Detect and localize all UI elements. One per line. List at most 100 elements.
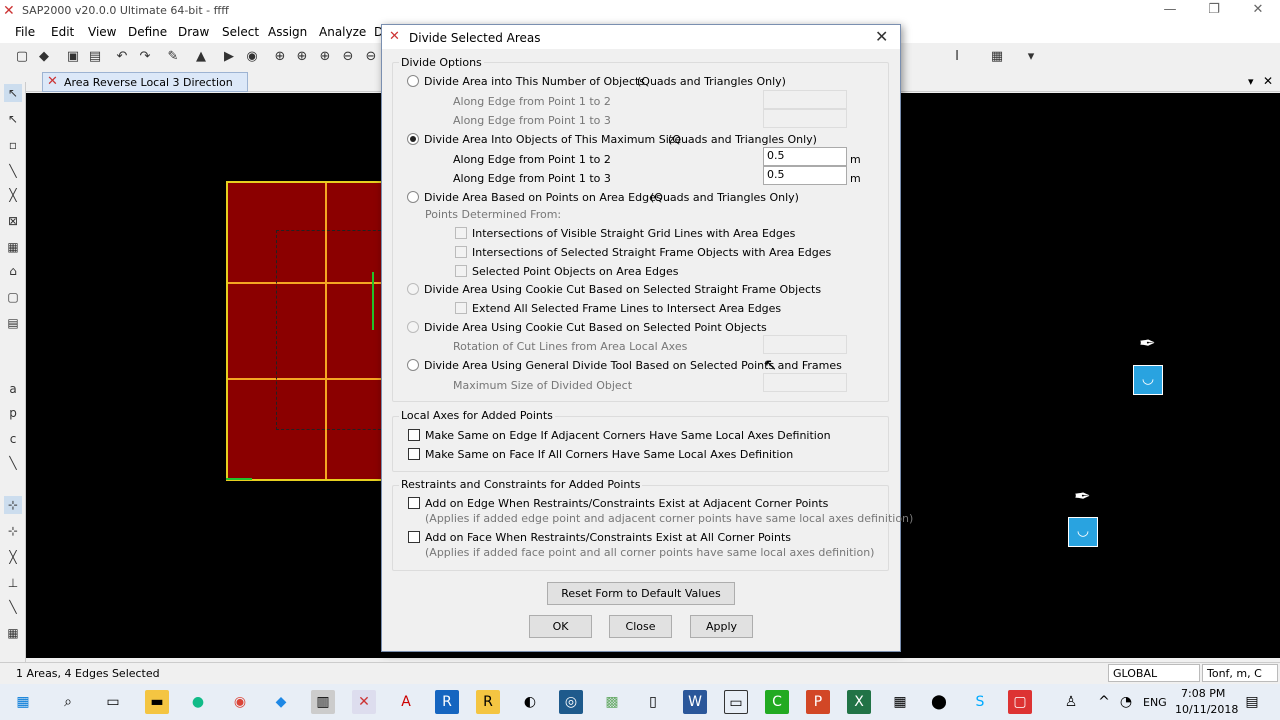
person-icon[interactable]: ♙ [1059, 690, 1083, 714]
zoom-icon[interactable]: ⊕ [293, 48, 311, 66]
restraint-marker-icon[interactable]: ◡ [1133, 365, 1163, 395]
menu-view[interactable]: View [88, 25, 116, 39]
checkbox-selected-points[interactable] [455, 265, 467, 277]
checkbox-add-on-edge[interactable] [408, 497, 420, 509]
units-select[interactable]: Tonf, m, C [1202, 664, 1278, 682]
powerpoint-icon[interactable]: P [806, 690, 830, 714]
skype-icon[interactable]: S [968, 690, 992, 714]
max-size-1-2-input[interactable]: 0.5 [763, 147, 847, 166]
checkbox-add-on-face[interactable] [408, 531, 420, 543]
draw-brace-icon[interactable]: ╳ [4, 186, 22, 204]
clear-selection-icon[interactable]: c [4, 430, 22, 448]
menu-assign[interactable]: Assign [268, 25, 307, 39]
minimize-button[interactable]: — [1148, 0, 1192, 22]
text-cursor-icon[interactable]: I [948, 48, 966, 66]
select-all-icon[interactable]: a [4, 380, 22, 398]
zoom-window-icon[interactable]: ⊕ [271, 48, 289, 66]
draw-grid-area-icon[interactable]: ▦ [4, 238, 22, 256]
pencil-icon[interactable]: ✎ [164, 48, 182, 66]
snap-grid-icon[interactable]: ▦ [4, 624, 22, 642]
checkbox-grid-intersections[interactable] [455, 227, 467, 239]
new-file-icon[interactable]: ▢ [13, 48, 31, 66]
pointer-icon[interactable]: ↖ [4, 84, 22, 102]
file-explorer-icon[interactable]: ▬ [145, 690, 169, 714]
app-icon[interactable]: ◎ [559, 690, 583, 714]
snap-ends-icon[interactable]: ⊹ [4, 522, 22, 540]
zoom-out-icon[interactable]: ⊖ [339, 48, 357, 66]
task-view-icon[interactable]: ▭ [101, 690, 125, 714]
app-icon[interactable]: ◆ [269, 690, 293, 714]
checkbox-same-on-edge[interactable] [408, 429, 420, 441]
close-button[interactable]: Close [609, 615, 672, 638]
redo-icon[interactable]: ↷ [136, 48, 154, 66]
ok-button[interactable]: OK [529, 615, 592, 638]
chrome-icon[interactable]: ◉ [228, 690, 252, 714]
zoom-in-icon[interactable]: ⊕ [316, 48, 334, 66]
app-icon[interactable]: C [765, 690, 789, 714]
run-icon[interactable]: ▶ [220, 48, 238, 66]
pen-tool-icon[interactable]: ✒ [1139, 331, 1156, 355]
language-indicator[interactable]: ENG [1143, 696, 1167, 709]
menu-draw[interactable]: Draw [178, 25, 209, 39]
number-along-1-3-input[interactable] [763, 109, 847, 128]
draw-rect-icon[interactable]: ▢ [4, 288, 22, 306]
browser-icon[interactable]: ● [186, 690, 210, 714]
draw-poly-icon[interactable]: ⌂ [4, 262, 22, 280]
menu-edit[interactable]: Edit [51, 25, 74, 39]
snap-icon[interactable]: ╲ [4, 454, 22, 472]
usb-icon[interactable]: ▯ [641, 690, 665, 714]
menu-file[interactable]: File [15, 25, 35, 39]
max-size-1-3-input[interactable]: 0.5 [763, 166, 847, 185]
draw-point-icon[interactable]: ▫ [4, 136, 22, 154]
app-icon[interactable]: ▢ [1008, 690, 1032, 714]
rotation-input[interactable] [763, 335, 847, 354]
snap-intersect-icon[interactable]: ╳ [4, 548, 22, 566]
close-window-button[interactable]: ✕ [1236, 0, 1280, 22]
revit-icon[interactable]: R [435, 690, 459, 714]
sap2000-taskbar-icon[interactable]: ✕ [352, 690, 376, 714]
toolbar-dropdown-icon[interactable]: ▾ [1022, 48, 1040, 66]
app-icon[interactable]: R [476, 690, 500, 714]
excel-icon[interactable]: X [847, 690, 871, 714]
word-icon[interactable]: W [683, 690, 707, 714]
radio-points-on-edges[interactable] [407, 191, 419, 203]
windows-start-icon[interactable]: ▦ [11, 690, 35, 714]
draw-frame-icon[interactable]: ╲ [4, 162, 22, 180]
snap-lines-icon[interactable]: ╲ [4, 598, 22, 616]
location-icon[interactable]: ⬤ [927, 690, 951, 714]
apply-button[interactable]: Apply [690, 615, 753, 638]
open-file-icon[interactable]: ◆ [35, 48, 53, 66]
radio-maximum-size[interactable] [407, 133, 419, 145]
checkbox-same-on-face[interactable] [408, 448, 420, 460]
number-along-1-2-input[interactable] [763, 90, 847, 109]
run-options-icon[interactable]: ◉ [243, 48, 261, 66]
radio-cookie-cut-frames[interactable] [407, 283, 419, 295]
pen-tool-icon[interactable]: ✒ [1074, 484, 1091, 508]
max-divided-size-input[interactable] [763, 373, 847, 392]
radio-number-of-objects[interactable] [407, 75, 419, 87]
chevron-down-icon[interactable]: ▾ [1248, 75, 1254, 88]
window-icon[interactable]: ▭ [724, 690, 748, 714]
close-view-icon[interactable]: ✕ [1263, 74, 1273, 88]
menu-select[interactable]: Select [222, 25, 259, 39]
app-icon[interactable]: ▥ [311, 690, 335, 714]
draw-quad-icon[interactable]: ▤ [4, 314, 22, 332]
snap-points-icon[interactable]: ⊹ [4, 496, 22, 514]
app-icon[interactable]: ▩ [600, 690, 624, 714]
notification-icon[interactable]: ▤ [1240, 690, 1264, 714]
chevron-up-icon[interactable]: ^ [1092, 690, 1116, 714]
lock-icon[interactable]: ▲ [192, 48, 210, 66]
zoom-extent-icon[interactable]: ⊖ [362, 48, 380, 66]
checkbox-extend-frame-lines[interactable] [455, 302, 467, 314]
maximize-button[interactable]: ❐ [1192, 0, 1236, 22]
dialog-close-icon[interactable]: ✕ [875, 27, 888, 46]
reshaper-icon[interactable]: ↖ [4, 110, 22, 128]
save-icon[interactable]: ▣ [64, 48, 82, 66]
draw-area-icon[interactable]: ⊠ [4, 212, 22, 230]
snap-perp-icon[interactable]: ⊥ [4, 574, 22, 592]
coord-system-select[interactable]: GLOBAL [1108, 664, 1200, 682]
autocad-icon[interactable]: A [394, 690, 418, 714]
display-box-icon[interactable]: ▦ [988, 48, 1006, 66]
calendar-icon[interactable]: ▦ [888, 690, 912, 714]
menu-analyze[interactable]: Analyze [319, 25, 366, 39]
